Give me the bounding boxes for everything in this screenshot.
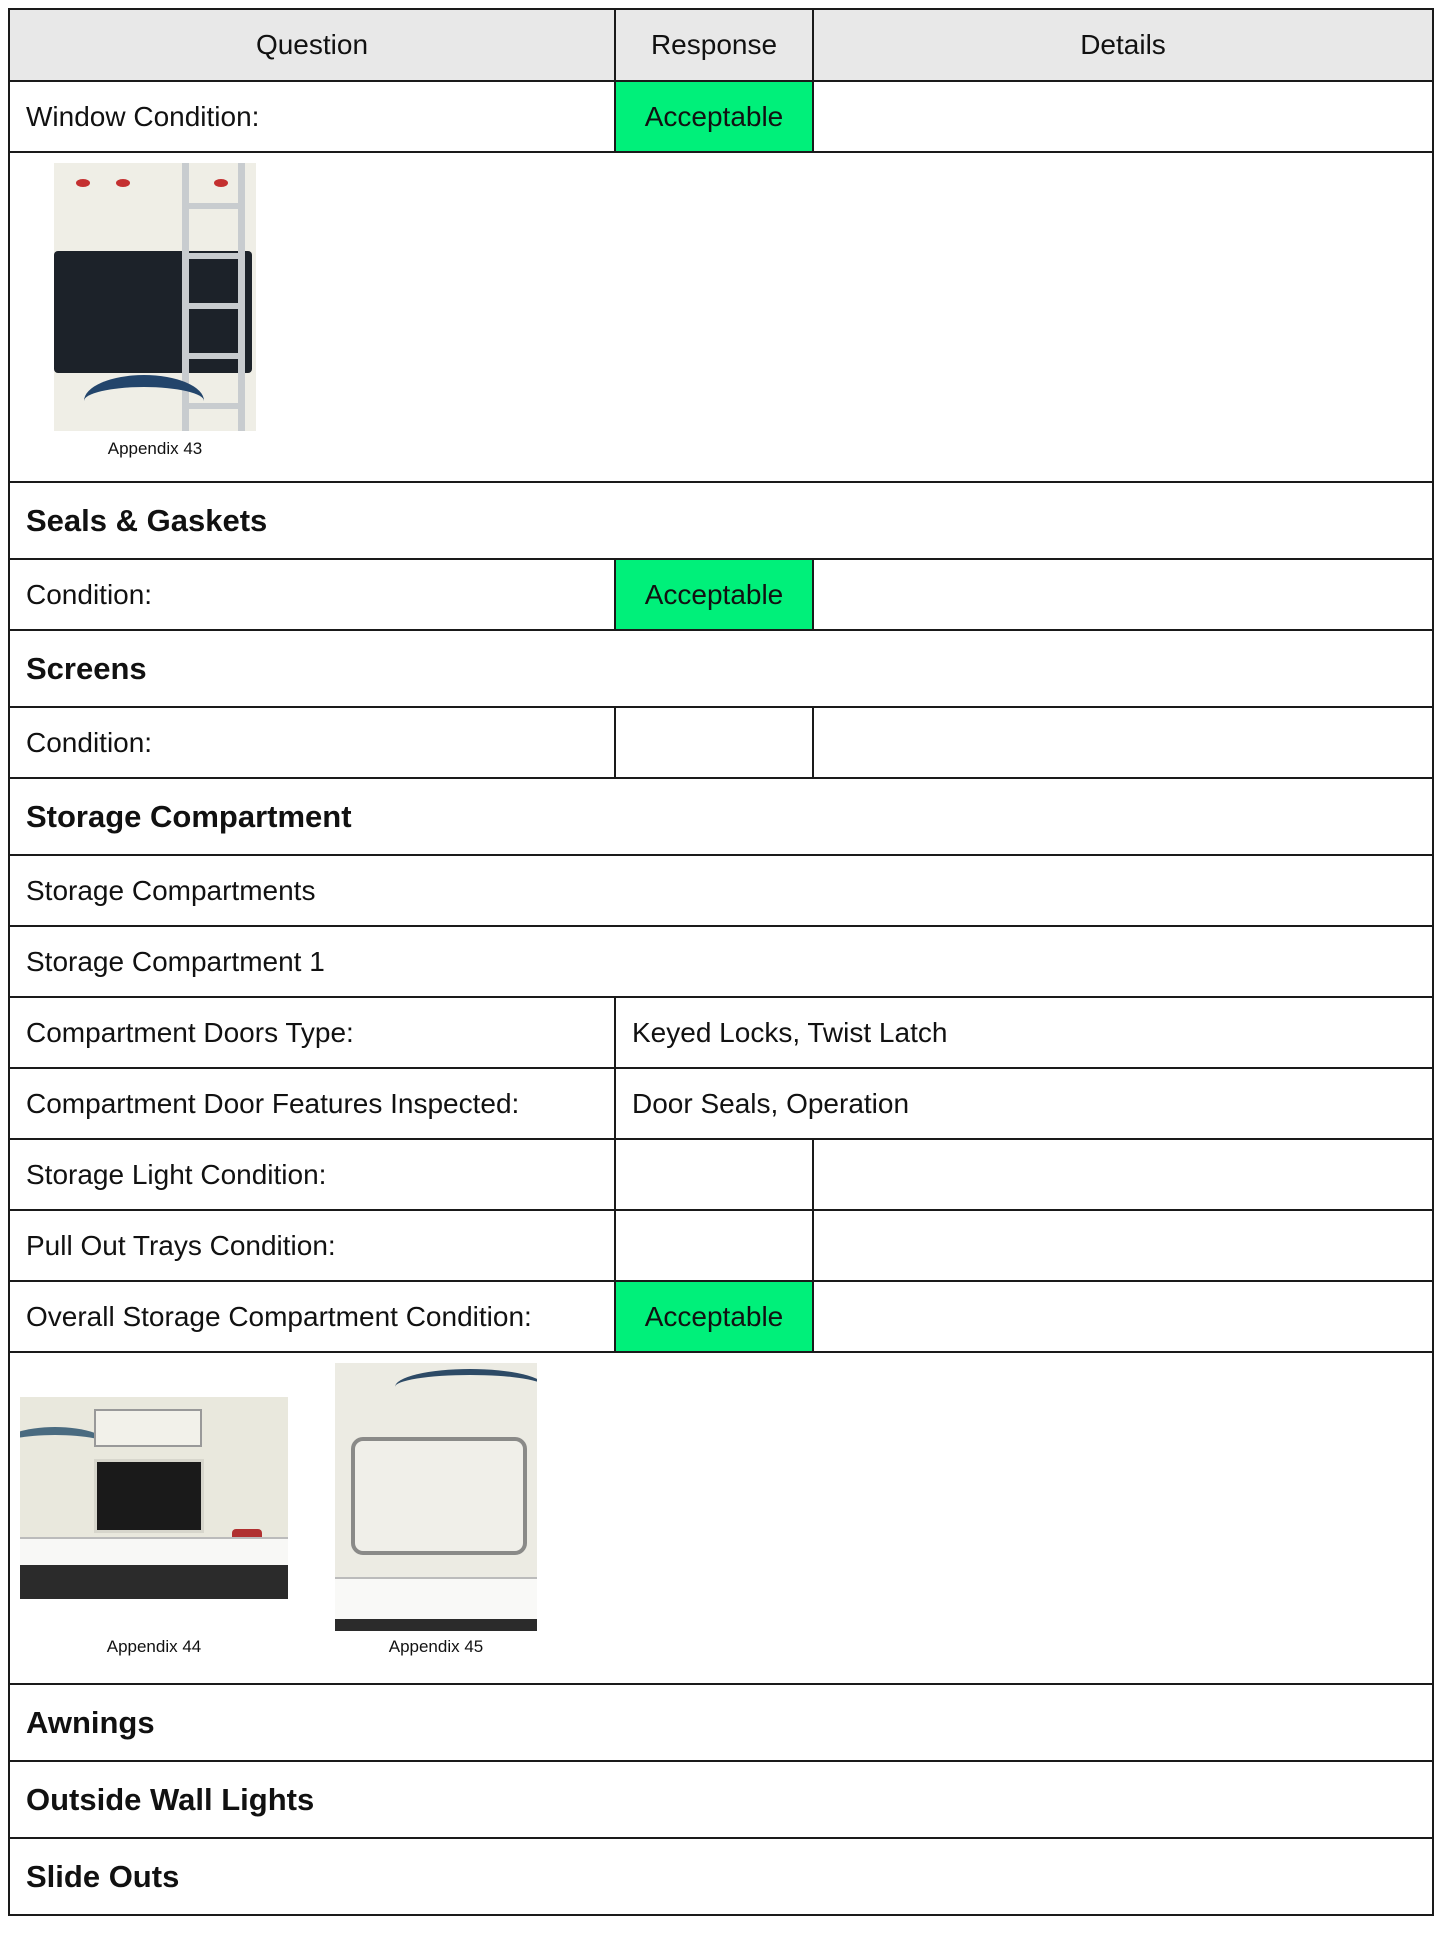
question-pull-out-trays: Pull Out Trays Condition: bbox=[8, 1209, 616, 1282]
table-row: Storage Compartments bbox=[8, 854, 1434, 927]
table-row: Condition: bbox=[8, 706, 1434, 779]
table-row: Compartment Door Features Inspected: Doo… bbox=[8, 1067, 1434, 1140]
details-window-condition bbox=[812, 80, 1434, 153]
response-screens-condition bbox=[614, 706, 814, 779]
window-photo[interactable] bbox=[54, 163, 256, 431]
question-storage-light: Storage Light Condition: bbox=[8, 1138, 616, 1211]
photo-row: Appendix 44 Appendix 45 bbox=[8, 1351, 1434, 1685]
inspection-report: Question Response Details Window Conditi… bbox=[8, 8, 1434, 1916]
question-seals-condition: Condition: bbox=[8, 558, 616, 631]
question-door-features: Compartment Door Features Inspected: bbox=[8, 1067, 616, 1140]
table-row: Pull Out Trays Condition: bbox=[8, 1209, 1434, 1282]
subsection-storage-compartment-1: Storage Compartment 1 bbox=[8, 925, 1434, 998]
photo-caption: Appendix 45 bbox=[388, 1637, 484, 1656]
photo-cell: Appendix 43 bbox=[8, 151, 1434, 483]
header-details: Details bbox=[812, 8, 1434, 82]
section-heading: Outside Wall Lights bbox=[8, 1760, 1434, 1839]
section-heading: Slide Outs bbox=[8, 1837, 1434, 1916]
section-title-outside-wall-lights: Outside Wall Lights bbox=[8, 1760, 1434, 1839]
appendix-figure: Appendix 45 bbox=[335, 1363, 537, 1657]
response-seals-condition: Acceptable bbox=[614, 558, 814, 631]
value-door-features: Door Seals, Operation bbox=[614, 1067, 1434, 1140]
table-row: Overall Storage Compartment Condition: A… bbox=[8, 1280, 1434, 1353]
response-window-condition: Acceptable bbox=[614, 80, 814, 153]
value-doors-type: Keyed Locks, Twist Latch bbox=[614, 996, 1434, 1069]
details-overall-storage bbox=[812, 1280, 1434, 1353]
response-overall-storage: Acceptable bbox=[614, 1280, 814, 1353]
section-heading: Awnings bbox=[8, 1683, 1434, 1762]
header-question: Question bbox=[8, 8, 616, 82]
table-row: Compartment Doors Type: Keyed Locks, Twi… bbox=[8, 996, 1434, 1069]
appendix-figure: Appendix 44 bbox=[20, 1397, 288, 1657]
open-compartment-photo[interactable] bbox=[20, 1397, 288, 1599]
photo-caption: Appendix 44 bbox=[106, 1637, 202, 1656]
photo-row: Appendix 43 bbox=[8, 151, 1434, 483]
inspection-table: Question Response Details Window Conditi… bbox=[8, 8, 1434, 1916]
section-heading: Storage Compartment bbox=[8, 777, 1434, 856]
section-title-screens: Screens bbox=[8, 629, 1434, 708]
closed-compartment-photo[interactable] bbox=[335, 1363, 537, 1631]
table-row: Window Condition: Acceptable bbox=[8, 80, 1434, 153]
section-title-slide-outs: Slide Outs bbox=[8, 1837, 1434, 1916]
response-storage-light bbox=[614, 1138, 814, 1211]
section-title-seals-gaskets: Seals & Gaskets bbox=[8, 481, 1434, 560]
section-heading: Seals & Gaskets bbox=[8, 481, 1434, 560]
table-row: Storage Compartment 1 bbox=[8, 925, 1434, 998]
question-window-condition: Window Condition: bbox=[8, 80, 616, 153]
details-seals-condition bbox=[812, 558, 1434, 631]
response-pull-out-trays bbox=[614, 1209, 814, 1282]
section-title-storage-compartment: Storage Compartment bbox=[8, 777, 1434, 856]
appendix-figure: Appendix 43 bbox=[54, 163, 256, 459]
question-screens-condition: Condition: bbox=[8, 706, 616, 779]
table-header: Question Response Details bbox=[8, 8, 1434, 82]
section-heading: Screens bbox=[8, 629, 1434, 708]
section-title-awnings: Awnings bbox=[8, 1683, 1434, 1762]
photo-cell: Appendix 44 Appendix 45 bbox=[8, 1351, 1434, 1685]
subsection-storage-compartments: Storage Compartments bbox=[8, 854, 1434, 927]
question-overall-storage: Overall Storage Compartment Condition: bbox=[8, 1280, 616, 1353]
details-storage-light bbox=[812, 1138, 1434, 1211]
details-pull-out-trays bbox=[812, 1209, 1434, 1282]
details-screens-condition bbox=[812, 706, 1434, 779]
header-response: Response bbox=[614, 8, 814, 82]
table-row: Condition: Acceptable bbox=[8, 558, 1434, 631]
table-row: Storage Light Condition: bbox=[8, 1138, 1434, 1211]
question-doors-type: Compartment Doors Type: bbox=[8, 996, 616, 1069]
photo-caption: Appendix 43 bbox=[107, 439, 203, 458]
